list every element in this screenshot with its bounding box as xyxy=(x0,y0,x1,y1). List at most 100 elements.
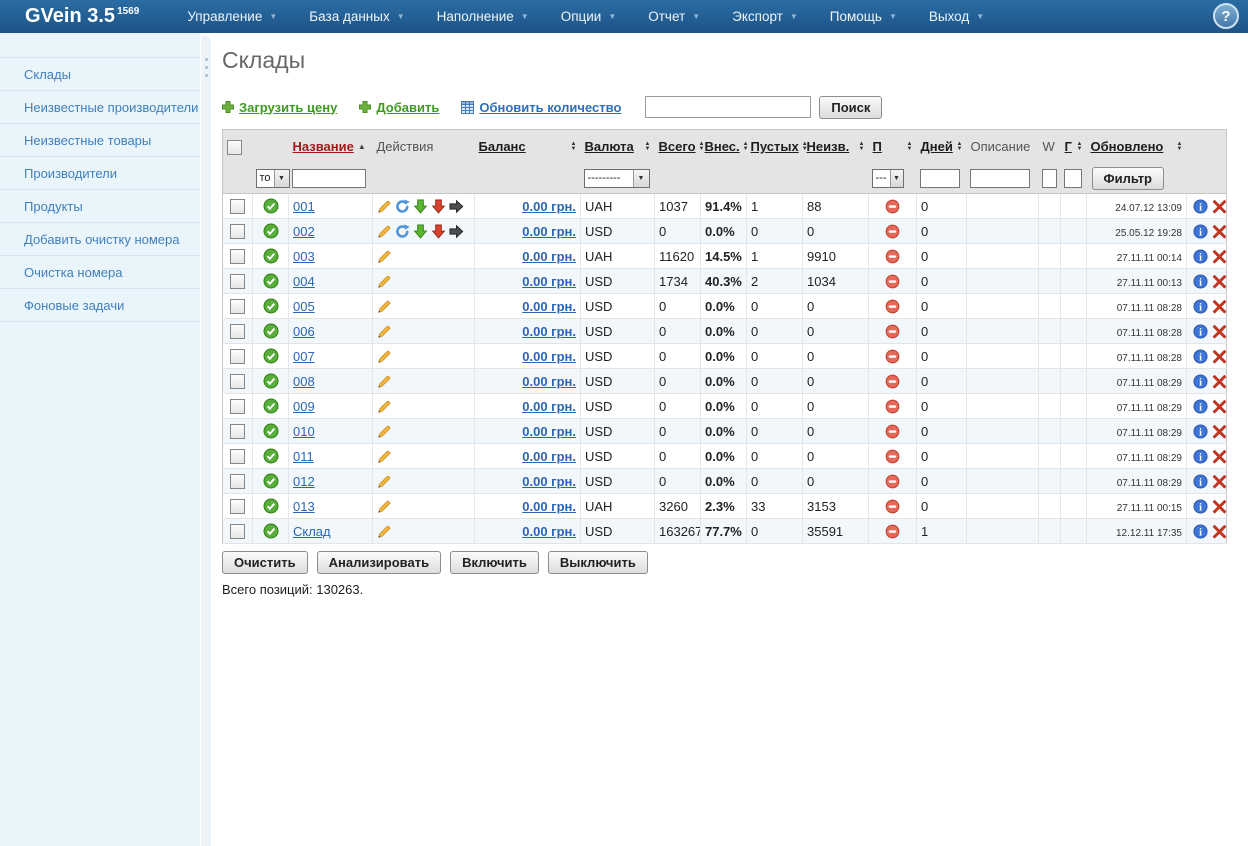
row-checkbox[interactable] xyxy=(230,324,245,339)
sidebar-item-2[interactable]: Неизвестные товары xyxy=(0,124,200,157)
delete-icon[interactable] xyxy=(1212,199,1227,214)
sidebar-item-1[interactable]: Неизвестные производители xyxy=(0,91,200,124)
row-checkbox[interactable] xyxy=(230,224,245,239)
col-header-p[interactable]: П▲▼ xyxy=(869,130,917,164)
add-link[interactable]: Добавить xyxy=(359,100,439,115)
description-filter-input[interactable] xyxy=(970,169,1030,188)
transfer-arrow-icon[interactable] xyxy=(449,199,464,214)
remove-arrow-icon[interactable] xyxy=(431,224,446,239)
menu-item-7[interactable]: Выход▼ xyxy=(929,9,984,24)
warehouse-name-link[interactable]: 005 xyxy=(293,299,315,314)
delete-icon[interactable] xyxy=(1212,349,1227,364)
search-button[interactable]: Поиск xyxy=(819,96,882,119)
info-icon[interactable]: i xyxy=(1193,499,1208,514)
info-icon[interactable]: i xyxy=(1193,449,1208,464)
balance-link[interactable]: 0.00 грн. xyxy=(522,474,576,489)
col-header-total[interactable]: Всего▲▼ xyxy=(655,130,701,164)
edit-icon[interactable] xyxy=(377,424,392,439)
days-filter-input[interactable] xyxy=(920,169,960,188)
row-checkbox[interactable] xyxy=(230,524,245,539)
balance-link[interactable]: 0.00 грн. xyxy=(522,499,576,514)
col-header-currency[interactable]: Валюта▲▼ xyxy=(581,130,655,164)
col-header-empty[interactable]: Пустых▲▼ xyxy=(747,130,803,164)
sidebar-item-7[interactable]: Фоновые задачи xyxy=(0,289,200,322)
transfer-arrow-icon[interactable] xyxy=(449,224,464,239)
warehouse-name-link[interactable]: 012 xyxy=(293,474,315,489)
w-filter-input[interactable] xyxy=(1042,169,1057,188)
menu-item-1[interactable]: База данных▼ xyxy=(309,9,404,24)
col-header-entered[interactable]: Внес.▲▼ xyxy=(701,130,747,164)
col-header-name[interactable]: Название▲ xyxy=(289,130,373,164)
warehouse-name-link[interactable]: 008 xyxy=(293,374,315,389)
balance-link[interactable]: 0.00 грн. xyxy=(522,199,576,214)
balance-link[interactable]: 0.00 грн. xyxy=(522,399,576,414)
edit-icon[interactable] xyxy=(377,224,392,239)
menu-item-3[interactable]: Опции▼ xyxy=(561,9,617,24)
row-checkbox[interactable] xyxy=(230,374,245,389)
search-input[interactable] xyxy=(645,96,811,118)
menu-item-2[interactable]: Наполнение▼ xyxy=(437,9,529,24)
delete-icon[interactable] xyxy=(1212,424,1227,439)
delete-icon[interactable] xyxy=(1212,474,1227,489)
edit-icon[interactable] xyxy=(377,374,392,389)
balance-link[interactable]: 0.00 грн. xyxy=(522,449,576,464)
menu-item-5[interactable]: Экспорт▼ xyxy=(732,9,798,24)
g-filter-input[interactable] xyxy=(1064,169,1082,188)
balance-link[interactable]: 0.00 грн. xyxy=(522,524,576,539)
delete-icon[interactable] xyxy=(1212,324,1227,339)
remove-arrow-icon[interactable] xyxy=(431,199,446,214)
warehouse-name-link[interactable]: 007 xyxy=(293,349,315,364)
menu-item-6[interactable]: Помощь▼ xyxy=(830,9,897,24)
menu-item-0[interactable]: Управление▼ xyxy=(187,9,277,24)
select-all-checkbox[interactable] xyxy=(227,140,242,155)
edit-icon[interactable] xyxy=(377,249,392,264)
warehouse-name-link[interactable]: 004 xyxy=(293,274,315,289)
edit-icon[interactable] xyxy=(377,524,392,539)
balance-link[interactable]: 0.00 грн. xyxy=(522,374,576,389)
refresh-icon[interactable] xyxy=(395,224,410,239)
warehouse-name-link[interactable]: Склад xyxy=(293,524,331,539)
edit-icon[interactable] xyxy=(377,449,392,464)
edit-icon[interactable] xyxy=(377,299,392,314)
footer-button-1[interactable]: Анализировать xyxy=(317,551,441,574)
info-icon[interactable]: i xyxy=(1193,399,1208,414)
delete-icon[interactable] xyxy=(1212,299,1227,314)
sidebar-item-5[interactable]: Добавить очистку номера xyxy=(0,223,200,256)
update-quantity-link[interactable]: Обновить количество xyxy=(461,100,621,115)
warehouse-name-link[interactable]: 013 xyxy=(293,499,315,514)
col-header-balance[interactable]: Баланс▲▼ xyxy=(475,130,581,164)
delete-icon[interactable] xyxy=(1212,524,1227,539)
edit-icon[interactable] xyxy=(377,499,392,514)
footer-button-2[interactable]: Включить xyxy=(450,551,539,574)
row-checkbox[interactable] xyxy=(230,449,245,464)
balance-link[interactable]: 0.00 грн. xyxy=(522,349,576,364)
info-icon[interactable]: i xyxy=(1193,349,1208,364)
balance-link[interactable]: 0.00 грн. xyxy=(522,299,576,314)
info-icon[interactable]: i xyxy=(1193,324,1208,339)
edit-icon[interactable] xyxy=(377,399,392,414)
download-arrow-icon[interactable] xyxy=(413,199,428,214)
sidebar-item-4[interactable]: Продукты xyxy=(0,190,200,223)
sidebar-item-0[interactable]: Склады xyxy=(0,57,200,91)
info-icon[interactable]: i xyxy=(1193,199,1208,214)
sidebar-item-6[interactable]: Очистка номера xyxy=(0,256,200,289)
edit-icon[interactable] xyxy=(377,324,392,339)
warehouse-name-link[interactable]: 002 xyxy=(293,224,315,239)
row-checkbox[interactable] xyxy=(230,199,245,214)
row-checkbox[interactable] xyxy=(230,274,245,289)
delete-icon[interactable] xyxy=(1212,274,1227,289)
delete-icon[interactable] xyxy=(1212,374,1227,389)
delete-icon[interactable] xyxy=(1212,249,1227,264)
warehouse-name-link[interactable]: 009 xyxy=(293,399,315,414)
download-arrow-icon[interactable] xyxy=(413,224,428,239)
info-icon[interactable]: i xyxy=(1193,249,1208,264)
name-filter-input[interactable] xyxy=(292,169,366,188)
edit-icon[interactable] xyxy=(377,474,392,489)
footer-button-3[interactable]: Выключить xyxy=(548,551,648,574)
row-checkbox[interactable] xyxy=(230,499,245,514)
footer-button-0[interactable]: Очистить xyxy=(222,551,308,574)
warehouse-name-link[interactable]: 001 xyxy=(293,199,315,214)
delete-icon[interactable] xyxy=(1212,399,1227,414)
info-icon[interactable]: i xyxy=(1193,424,1208,439)
status-filter-select[interactable]: то▼ xyxy=(256,169,290,188)
